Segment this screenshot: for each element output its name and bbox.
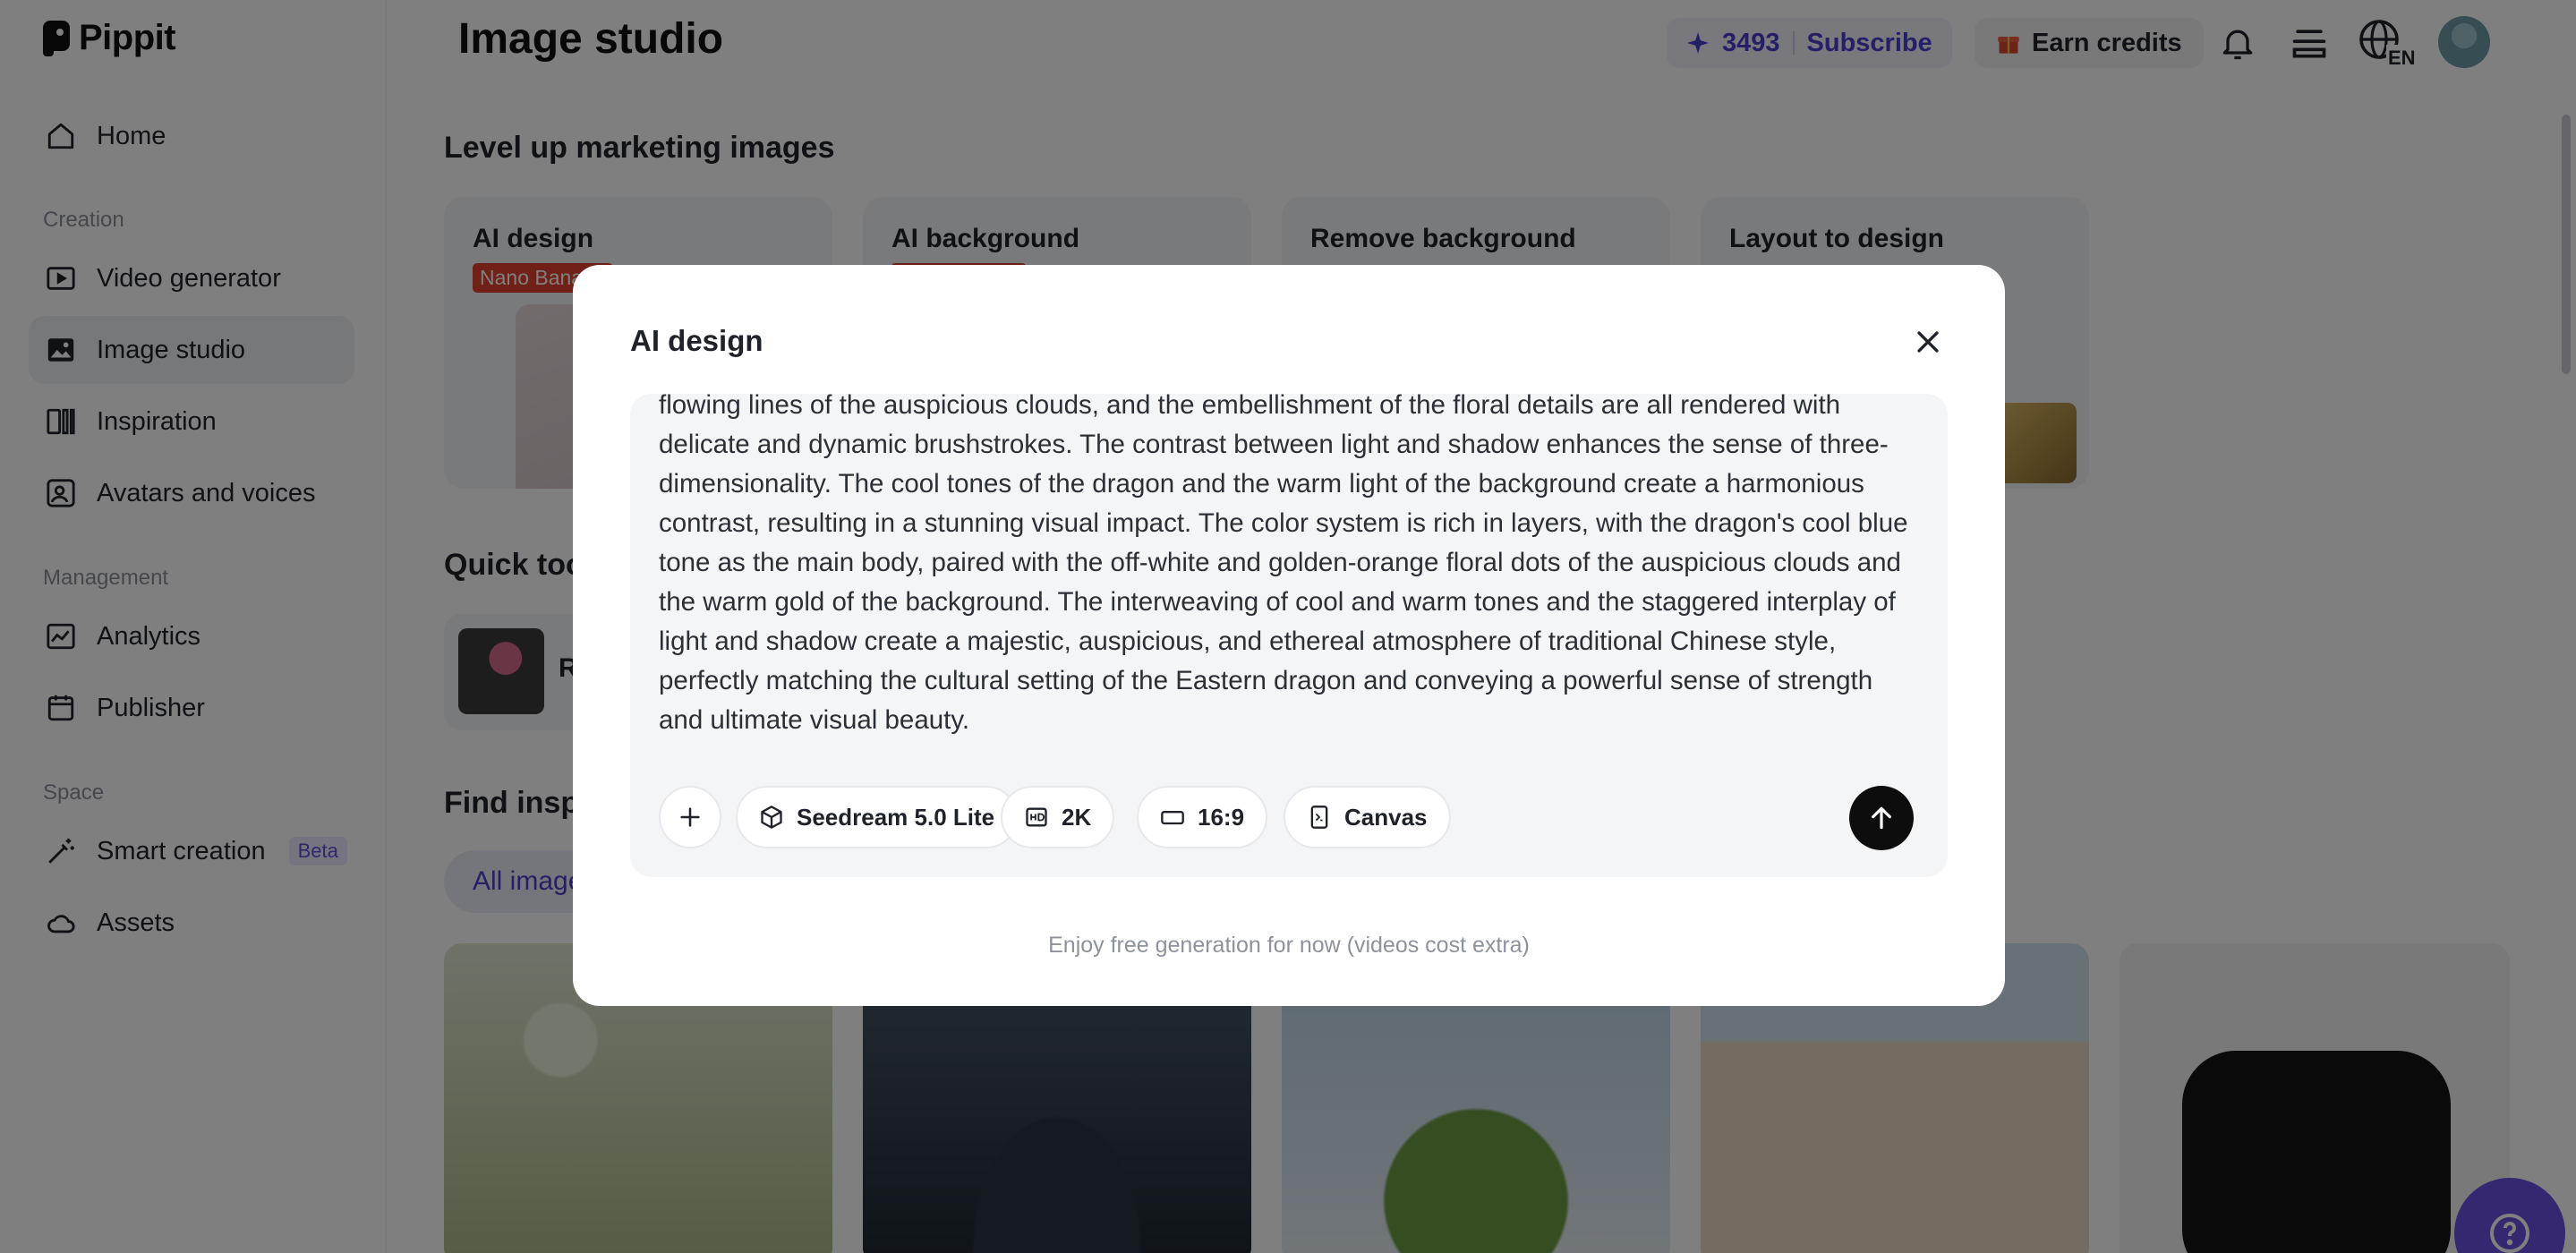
canvas-label: Canvas [1344,803,1428,831]
prompt-line: tone as the main body, paired with the o… [659,548,1901,577]
plus-icon [680,807,700,827]
prompt-line: and ultimate visual beauty. [659,705,970,735]
arrow-up-icon [1872,806,1891,830]
model-select[interactable]: Seedream 5.0 Lite [736,786,1019,848]
close-icon[interactable] [1906,320,1949,363]
aspect-ratio-icon [1161,811,1184,825]
prompt-line: flowing lines of the auspicious clouds, … [659,394,1841,420]
send-button[interactable] [1849,786,1914,850]
aspect-ratio-select-value: 16:9 [1198,803,1245,831]
ai-design-modal: AI design flowing lines of the auspiciou… [573,265,2005,1006]
modal-title: AI design [630,324,763,357]
prompt-box[interactable]: flowing lines of the auspicious clouds, … [630,394,1948,877]
prompt-line: light and shadow create a majestic, ausp… [659,626,1837,656]
prompt-line: contrast, resulting in a stunning visual… [659,508,1908,538]
prompt-line: the warm gold of the background. The int… [659,587,1896,617]
prompt-line: perfectly matching the cultural setting … [659,666,1873,695]
aspect-ratio-select[interactable]: 16:9 [1137,786,1268,848]
cube-icon [761,806,782,829]
modal-footer-note: Enjoy free generation for now (videos co… [1048,933,1530,958]
add-reference-button[interactable] [659,786,721,848]
model-select-value: Seedream 5.0 Lite [797,803,995,831]
prompt-line: dimensionality. The cool tones of the dr… [659,469,1864,499]
prompt-textarea[interactable]: flowing lines of the auspicious clouds, … [659,394,1923,744]
canvas-button[interactable]: Canvas [1284,786,1451,848]
canvas-icon [1310,806,1328,829]
resolution-select-value: 2K [1062,803,1092,831]
resolution-select[interactable]: 2K [1001,786,1115,848]
hd-icon [1026,807,1047,827]
prompt-line: delicate and dynamic brushstrokes. The c… [659,430,1889,459]
